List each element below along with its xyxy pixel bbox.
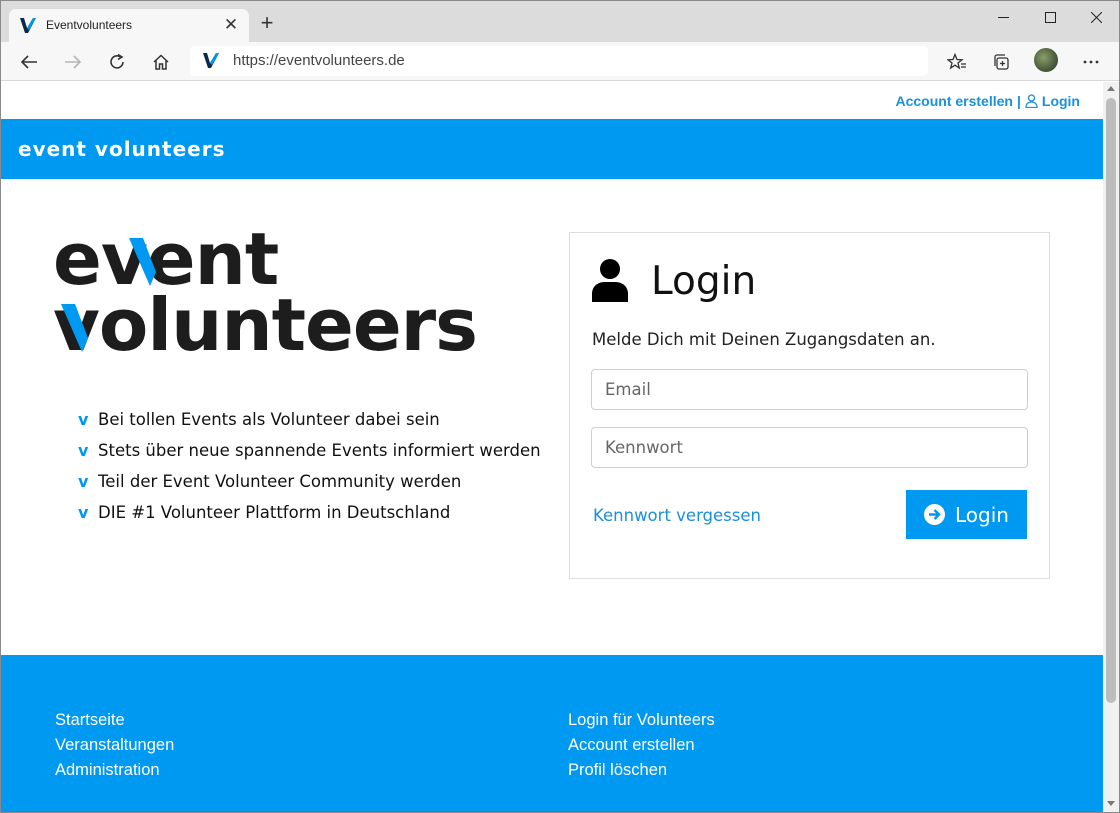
minimize-icon[interactable] [980, 1, 1026, 33]
person-icon [591, 258, 629, 306]
scroll-thumb[interactable] [1106, 98, 1116, 703]
top-links: Account erstellen | Login [895, 93, 1080, 109]
feature-text: Stets über neue spannende Events informi… [98, 441, 541, 460]
footer-item: Veranstaltungen [55, 736, 174, 761]
tab-bar: Eventvolunteers ✕ + [1, 1, 1119, 42]
footer-link-account-create[interactable]: Account erstellen [568, 736, 695, 754]
password-field[interactable] [591, 427, 1028, 468]
feature-text: Teil der Event Volunteer Community werde… [98, 472, 462, 491]
feature-list: v Bei tollen Events als Volunteer dabei s… [78, 404, 541, 528]
feature-text: DIE #1 Volunteer Plattform in Deutschlan… [98, 503, 451, 522]
brand-bar: event volunteers [1, 119, 1103, 179]
address-bar[interactable]: https://eventvolunteers.de [190, 46, 928, 76]
favorites-star-icon[interactable] [942, 47, 972, 77]
footer-link-volunteer-login[interactable]: Login für Volunteers [568, 711, 715, 729]
footer-link-startseite[interactable]: Startseite [55, 711, 125, 729]
login-button[interactable]: Login [906, 490, 1027, 539]
footer-item: Login für Volunteers [568, 711, 715, 736]
footer-item: Profil löschen [568, 761, 715, 786]
forward-icon[interactable] [58, 47, 88, 77]
footer-item: Account erstellen [568, 736, 715, 761]
footer: Startseite Veranstaltungen Administratio… [1, 655, 1103, 812]
page-viewport: Account erstellen | Login event voluntee… [1, 82, 1103, 812]
maximize-icon[interactable] [1027, 1, 1073, 33]
feature-text: Bei tollen Events als Volunteer dabei se… [98, 410, 440, 429]
more-menu-icon[interactable] [1076, 47, 1106, 77]
profile-avatar[interactable] [1034, 48, 1058, 72]
footer-item: Administration [55, 761, 174, 786]
footer-nav-left: Startseite Veranstaltungen Administratio… [55, 711, 174, 786]
account-create-link[interactable]: Account erstellen [895, 93, 1012, 109]
checkmark-icon: v [78, 503, 89, 522]
site-favicon-icon [19, 17, 37, 38]
footer-link-administration[interactable]: Administration [55, 761, 160, 779]
login-heading: Login [651, 259, 757, 304]
browser-tab[interactable]: Eventvolunteers ✕ [9, 9, 249, 42]
list-item: v Bei tollen Events als Volunteer dabei s… [78, 404, 541, 435]
svg-text:event volunteers: event volunteers [18, 139, 226, 161]
brand-logo-small[interactable]: event volunteers [18, 137, 238, 165]
user-icon [1025, 94, 1038, 108]
arrow-circle-right-icon [924, 504, 946, 525]
footer-item: Startseite [55, 711, 174, 736]
close-window-icon[interactable] [1073, 1, 1119, 33]
site-icon [202, 52, 220, 73]
footer-link-veranstaltungen[interactable]: Veranstaltungen [55, 736, 174, 754]
email-field[interactable] [591, 369, 1028, 410]
vertical-scrollbar[interactable] [1103, 82, 1119, 812]
login-panel: Login Melde Dich mit Deinen Zugangsdaten… [569, 232, 1050, 579]
tab-title: Eventvolunteers [46, 18, 133, 32]
list-item: v Stets über neue spannende Events inform… [78, 435, 541, 466]
checkmark-icon: v [78, 472, 89, 491]
list-item: v Teil der Event Volunteer Community werd… [78, 466, 541, 497]
reload-icon[interactable] [102, 47, 132, 77]
forgot-password-link[interactable]: Kennwort vergessen [593, 506, 761, 525]
checkmark-icon: v [78, 441, 89, 460]
event-volunteers-logo: event volunteers [53, 217, 493, 367]
link-separator: | [1016, 93, 1021, 109]
scroll-up-arrow-icon[interactable] [1107, 86, 1115, 91]
scroll-down-arrow-icon[interactable] [1107, 801, 1115, 806]
close-tab-icon[interactable]: ✕ [221, 15, 241, 35]
url-text: https://eventvolunteers.de [233, 52, 405, 69]
collections-icon[interactable] [986, 47, 1016, 77]
new-tab-button[interactable]: + [256, 12, 278, 35]
list-item: v DIE #1 Volunteer Plattform in Deutschla… [78, 497, 541, 528]
footer-nav-right: Login für Volunteers Account erstellen P… [568, 711, 715, 786]
login-intro: Melde Dich mit Deinen Zugangsdaten an. [592, 330, 936, 349]
back-icon[interactable] [14, 47, 44, 77]
browser-window: Eventvolunteers ✕ + https://eventvolunte… [0, 0, 1120, 813]
svg-text:volunteers: volunteers [53, 283, 477, 360]
home-icon[interactable] [146, 47, 176, 77]
header-login-link[interactable]: Login [1042, 93, 1080, 109]
browser-toolbar: https://eventvolunteers.de [1, 42, 1119, 81]
checkmark-icon: v [78, 410, 89, 429]
login-button-label: Login [955, 502, 1009, 527]
footer-link-delete-profile[interactable]: Profil löschen [568, 761, 667, 779]
